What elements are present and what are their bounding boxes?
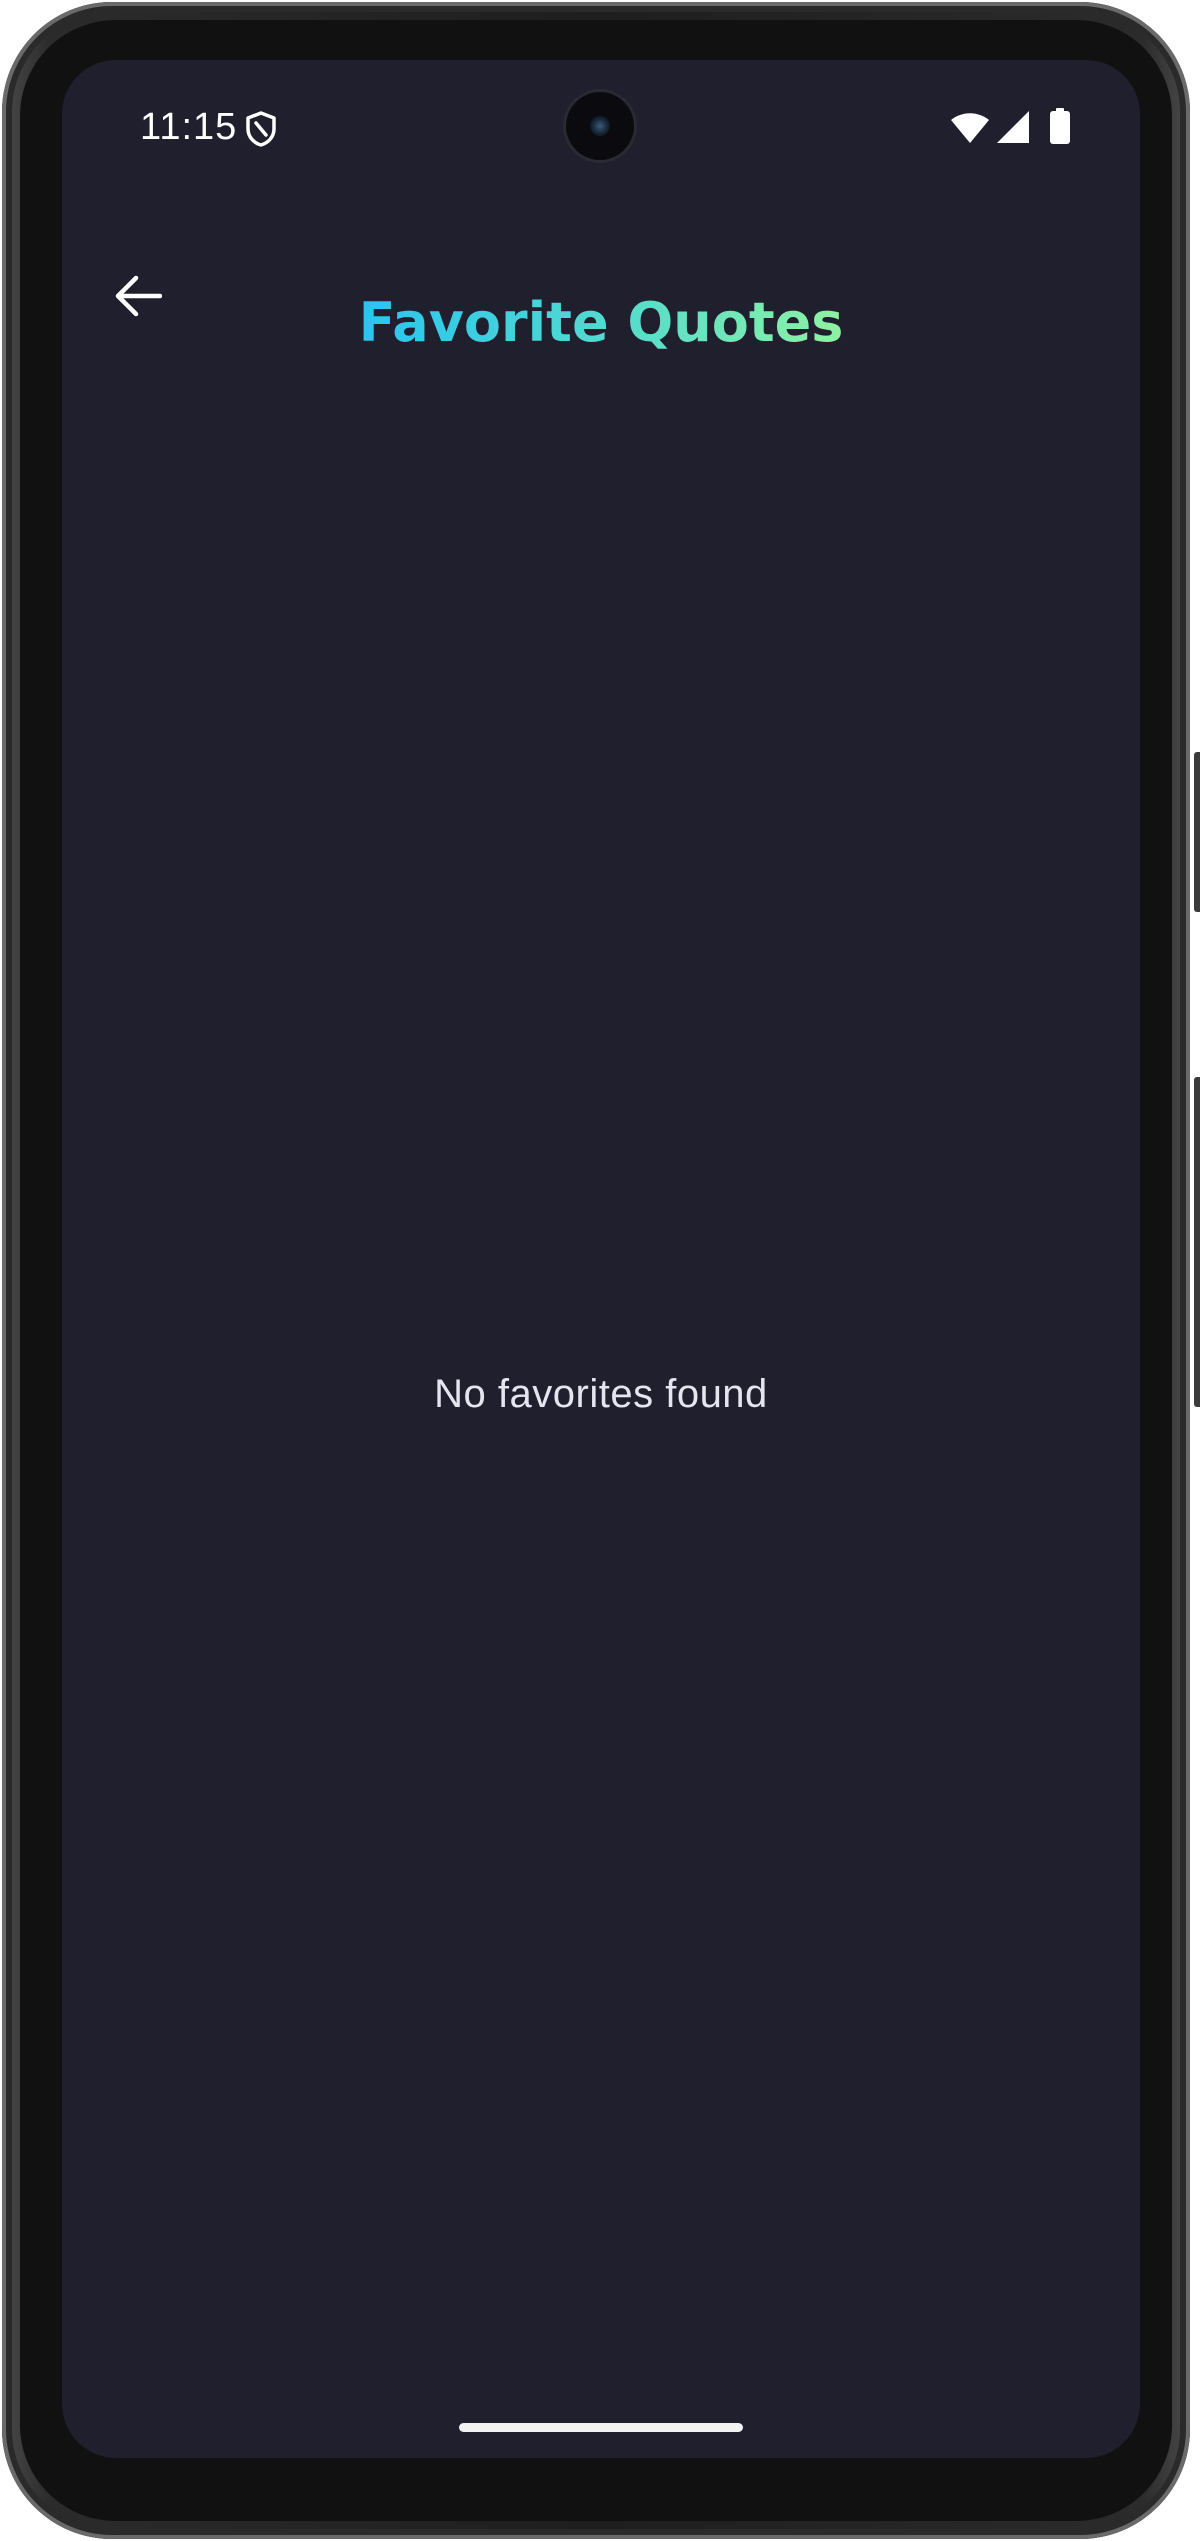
power-button [1194, 752, 1200, 912]
shield-icon [246, 111, 276, 147]
empty-state-message: No favorites found [434, 1372, 768, 1416]
gesture-navigation-bar[interactable] [459, 2423, 743, 2432]
signal-icon [997, 111, 1029, 143]
app-bar: Favorite Quotes [62, 240, 1140, 360]
app-screen: 11:15 Favorite Quotes No favorites found [62, 60, 1140, 2458]
status-bar: 11:15 [62, 60, 1140, 180]
page-title: Favorite Quotes [358, 291, 844, 354]
status-time: 11:15 [140, 106, 238, 148]
volume-button [1194, 1077, 1200, 1407]
device-frame: 11:15 Favorite Quotes No favorites found [2, 2, 1200, 2539]
title-container: Favorite Quotes [62, 296, 1140, 350]
battery-icon [1050, 108, 1070, 144]
wifi-icon [951, 113, 989, 143]
camera-lens [590, 116, 610, 136]
front-camera [566, 92, 634, 160]
